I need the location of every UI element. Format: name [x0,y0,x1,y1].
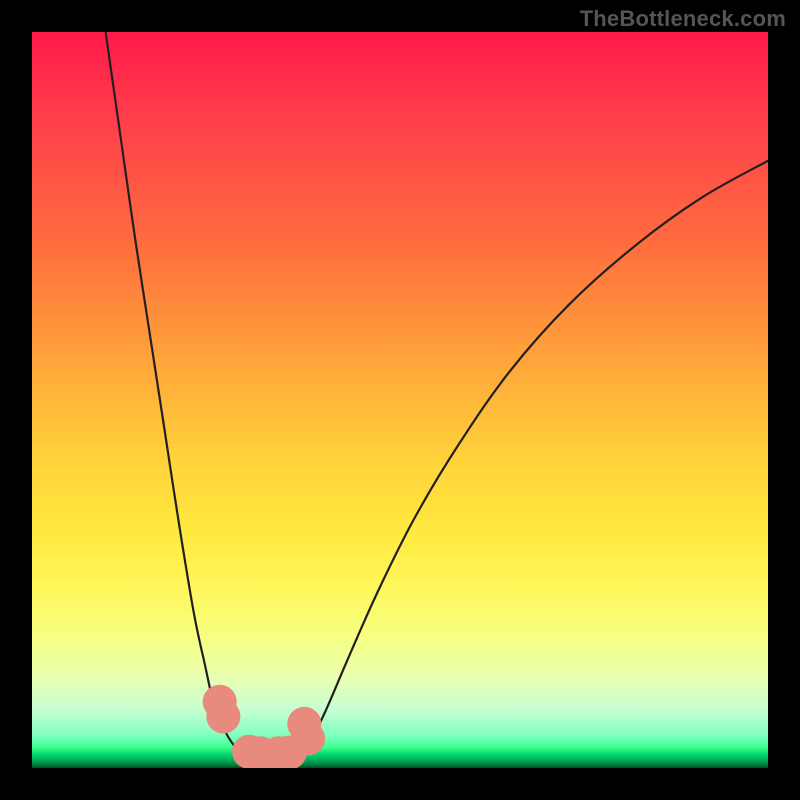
plot-area [32,32,768,768]
bottleneck-curve [106,32,768,755]
m8 [273,736,307,769]
chart-frame: TheBottleneck.com [0,0,800,800]
watermark-text: TheBottleneck.com [580,6,786,32]
curve-layer [32,32,768,768]
curve-markers [203,685,325,768]
m2 [206,699,240,733]
